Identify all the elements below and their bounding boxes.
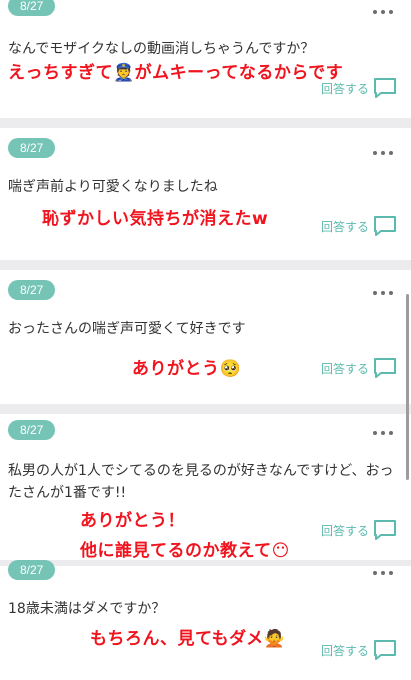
reply-button[interactable]: 回答する	[321, 76, 397, 100]
answer-text: ありがとう！	[80, 510, 185, 532]
chat-bubble-icon	[374, 358, 396, 378]
answer-line: えっちすぎて👮がムキーってなるからです	[8, 63, 344, 83]
answer-line: ありがとう！	[80, 511, 185, 531]
reply-button[interactable]: 回答する	[321, 356, 397, 380]
qa-card: 8/27 おったさんの喘ぎ声可愛くて好きです ありがとう🥺 回答する	[0, 270, 411, 404]
reply-label: 回答する	[320, 523, 369, 538]
answer-line: 他に誰見てるのか教えて😶	[80, 541, 290, 561]
answer-text: えっちすぎて👮がムキーってなるからです	[8, 62, 343, 84]
chat-bubble-icon	[374, 520, 396, 540]
date-badge: 8/27	[8, 138, 56, 158]
question-text: なんでモザイクなしの動画消しちゃうんですか？	[8, 41, 315, 57]
more-options-icon[interactable]	[373, 150, 395, 156]
qa-card: 8/27 なんでモザイクなしの動画消しちゃうんですか？ えっちすぎて👮がムキーっ…	[0, 0, 411, 118]
question-text: 私男の人が1人でシてるのを見るのが好きなんですけど、おったさんが1番です!!	[8, 463, 394, 501]
date-badge: 8/27	[8, 560, 56, 580]
separator	[0, 118, 411, 128]
reply-button[interactable]: 回答する	[321, 214, 397, 238]
answer-text: 他に誰見てるのか教えて😶	[80, 540, 290, 562]
reply-label: 回答する	[320, 219, 369, 234]
answer-text: 恥ずかしい気持ちが消えたw	[42, 208, 268, 230]
qa-card: 8/27 私男の人が1人でシてるのを見るのが好きなんですけど、おったさんが1番で…	[0, 414, 411, 562]
date-badge: 8/27	[8, 420, 56, 440]
more-options-icon[interactable]	[373, 570, 395, 576]
qa-card: 8/27 喘ぎ声前より可愛くなりましたね 恥ずかしい気持ちが消えたw 回答する	[0, 128, 411, 260]
more-options-icon[interactable]	[373, 290, 395, 296]
reply-label: 回答する	[320, 643, 369, 658]
answer-line: 恥ずかしい気持ちが消えたw	[42, 209, 269, 229]
separator	[0, 260, 411, 270]
answer-text: ありがとう🥺	[132, 358, 241, 380]
qa-card: 8/27 18歳未満はダメですか？ もちろん、見てもダメ🙅 回答する	[0, 560, 411, 680]
date-badge: 8/27	[8, 0, 56, 16]
question-text: 喘ぎ声前より可愛くなりましたね	[8, 179, 218, 195]
reply-button[interactable]: 回答する	[321, 638, 397, 662]
more-options-icon[interactable]	[373, 9, 395, 15]
more-options-icon[interactable]	[373, 430, 395, 436]
chat-bubble-icon	[374, 216, 396, 236]
answer-text: もちろん、見てもダメ🙅	[90, 628, 285, 650]
chat-bubble-icon	[374, 78, 396, 98]
question-text: おったさんの喘ぎ声可愛くて好きです	[8, 321, 246, 337]
question-text: 18歳未満はダメですか？	[8, 601, 166, 617]
reply-label: 回答する	[320, 81, 369, 96]
chat-bubble-icon	[374, 640, 396, 660]
reply-label: 回答する	[320, 361, 369, 376]
answer-line: ありがとう🥺	[132, 359, 242, 379]
separator	[0, 404, 411, 414]
date-badge: 8/27	[8, 280, 56, 300]
scrollbar[interactable]	[406, 294, 409, 480]
answer-line: もちろん、見てもダメ🙅	[90, 629, 286, 649]
reply-button[interactable]: 回答する	[321, 518, 397, 542]
